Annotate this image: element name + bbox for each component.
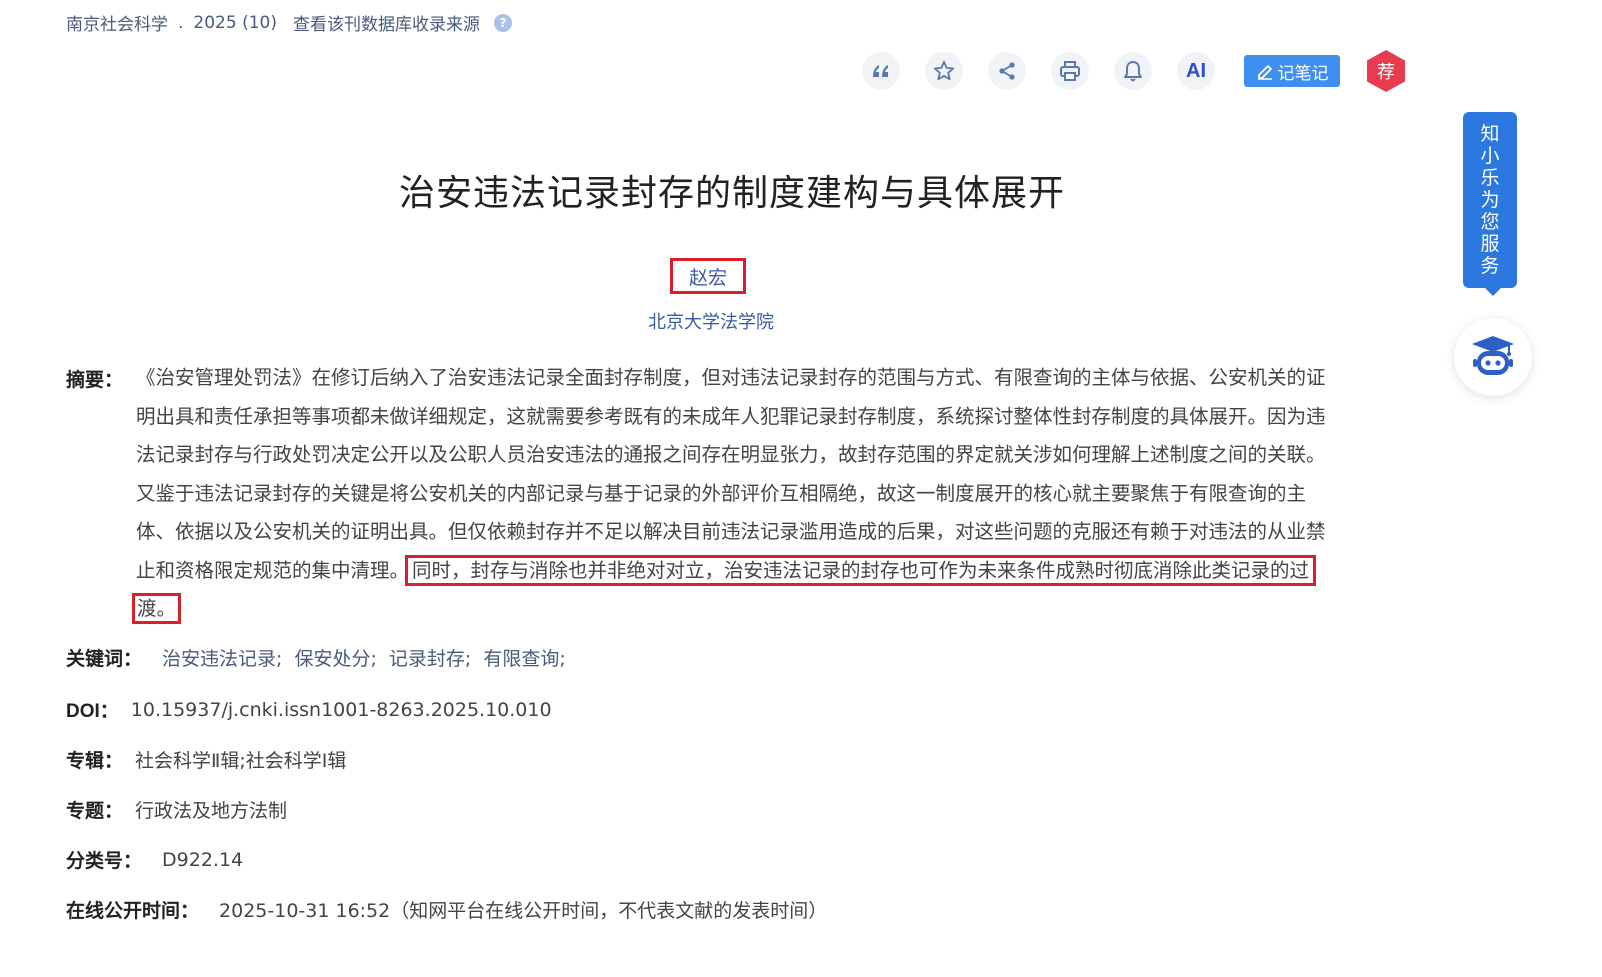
pencil-icon	[1257, 65, 1272, 80]
topic-label: 专题：	[66, 800, 124, 822]
classification-value: D922.14	[162, 848, 244, 871]
print-icon[interactable]	[1051, 52, 1089, 90]
album-label: 专辑：	[66, 750, 124, 772]
keyword-link[interactable]: 记录封存;	[389, 648, 471, 670]
online-time-value: 2025-10-31 16:52（知网平台在线公开时间，不代表文献的发表时间）	[219, 900, 828, 922]
take-note-button[interactable]: 记笔记	[1244, 55, 1340, 87]
doi-label: DOI：	[66, 701, 119, 722]
online-time-label: 在线公开时间：	[66, 900, 200, 922]
abstract-text: 《治安管理处罚法》在修订后纳入了治安违法记录全面封存制度，但对违法记录封存的范围…	[131, 359, 1406, 629]
doi-row: DOI： 10.15937/j.cnki.issn1001-8263.2025.…	[66, 696, 552, 723]
keyword-link[interactable]: 保安处分;	[294, 648, 376, 670]
keyword-link[interactable]: 治安违法记录;	[162, 648, 282, 670]
album-row: 专辑： 社会科学Ⅱ辑;社会科学Ⅰ辑	[66, 746, 346, 773]
banner-char: 乐	[1480, 167, 1500, 189]
article-title: 治安违法记录封存的制度建构与具体展开	[398, 173, 1065, 214]
assistant-avatar[interactable]	[1454, 318, 1532, 396]
abstract-line: 《治安管理处罚法》在修订后纳入了治安违法记录全面封存制度，但对违法记录封存的范围…	[136, 366, 1326, 389]
online-time-row: 在线公开时间： 2025-10-31 16:52（知网平台在线公开时间，不代表文…	[66, 896, 827, 923]
keyword-link[interactable]: 有限查询;	[483, 648, 565, 670]
topic-row: 专题： 行政法及地方法制	[66, 796, 287, 823]
classification-label: 分类号：	[66, 850, 143, 872]
share-icon[interactable]	[988, 52, 1026, 90]
topic-value: 行政法及地方法制	[135, 800, 288, 822]
abstract-line: 法记录封存与行政处罚决定公开以及公职人员治安违法的通报之间存在明显张力，故封存范…	[136, 443, 1326, 466]
banner-char: 服	[1480, 233, 1500, 255]
keywords-label: 关键词：	[66, 648, 143, 670]
article-page: 南京社会科学 . 2025 (10) 查看该刊数据库收录来源 ? AI 记笔记 …	[0, 0, 1602, 977]
abstract-line: 渡。	[131, 590, 1406, 629]
bell-icon[interactable]	[1114, 52, 1152, 90]
journal-link[interactable]: 南京社会科学	[66, 10, 168, 35]
assistant-banner[interactable]: 知 小 乐 为 您 服 务	[1463, 112, 1517, 296]
robot-graduate-icon	[1472, 336, 1514, 375]
banner-char: 为	[1480, 189, 1500, 211]
doi-value: 10.15937/j.cnki.issn1001-8263.2025.10.01…	[130, 698, 552, 721]
quote-icon[interactable]	[862, 52, 900, 90]
banner-char: 小	[1480, 145, 1500, 167]
classification-row: 分类号： D922.14	[66, 846, 243, 873]
author-link[interactable]: 赵宏	[670, 258, 746, 294]
help-icon[interactable]: ?	[493, 13, 512, 32]
recommend-badge[interactable]: 荐	[1367, 50, 1405, 92]
database-source-link[interactable]: 查看该刊数据库收录来源	[293, 10, 480, 35]
album-value: 社会科学Ⅱ辑;社会科学Ⅰ辑	[135, 750, 347, 772]
source-line: 南京社会科学 . 2025 (10) 查看该刊数据库收录来源 ?	[66, 10, 512, 35]
take-note-label: 记笔记	[1277, 63, 1329, 84]
banner-char: 知	[1480, 123, 1500, 145]
star-icon[interactable]	[925, 52, 963, 90]
abstract-highlight-end: 渡。	[131, 593, 182, 624]
banner-char: 您	[1480, 211, 1500, 233]
abstract-line: 又鉴于违法记录封存的关键是将公安机关的内部记录与基于记录的外部评价互相隔绝，故这…	[136, 481, 1307, 505]
abstract-line: 明出具和责任承担等事项都未做详细规定，这就需要参考既有的未成年人犯罪记录封存制度…	[136, 404, 1326, 428]
keywords-row: 关键词： 治安违法记录; 保安处分; 记录封存; 有限查询;	[66, 644, 572, 671]
article-toolbar: AI 记笔记 荐	[862, 50, 1405, 92]
author-name: 赵宏	[688, 266, 727, 289]
affiliation-link[interactable]: 北京大学法学院	[0, 308, 1422, 334]
issue-link[interactable]: 2025 (10)	[193, 13, 277, 33]
abstract-line: 止和资格限定规范的集中清理。 同时，封存与消除也并非绝对对立，治安违法记录的封存也…	[136, 552, 1406, 591]
abstract-label: 摘要：	[66, 369, 124, 391]
ai-button[interactable]: AI	[1177, 52, 1215, 90]
separator: .	[178, 12, 184, 33]
abstract-line: 体、依据以及公安机关的证明出具。但仅依赖封存并不足以解决目前违法记录滥用造成的后…	[136, 520, 1326, 543]
abstract-highlight: 同时，封存与消除也并非绝对对立，治安违法记录的封存也可作为未来条件成熟时彻底消除…	[405, 554, 1317, 586]
abstract-line-plain: 止和资格限定规范的集中清理。	[136, 558, 410, 582]
banner-char: 务	[1480, 255, 1500, 277]
